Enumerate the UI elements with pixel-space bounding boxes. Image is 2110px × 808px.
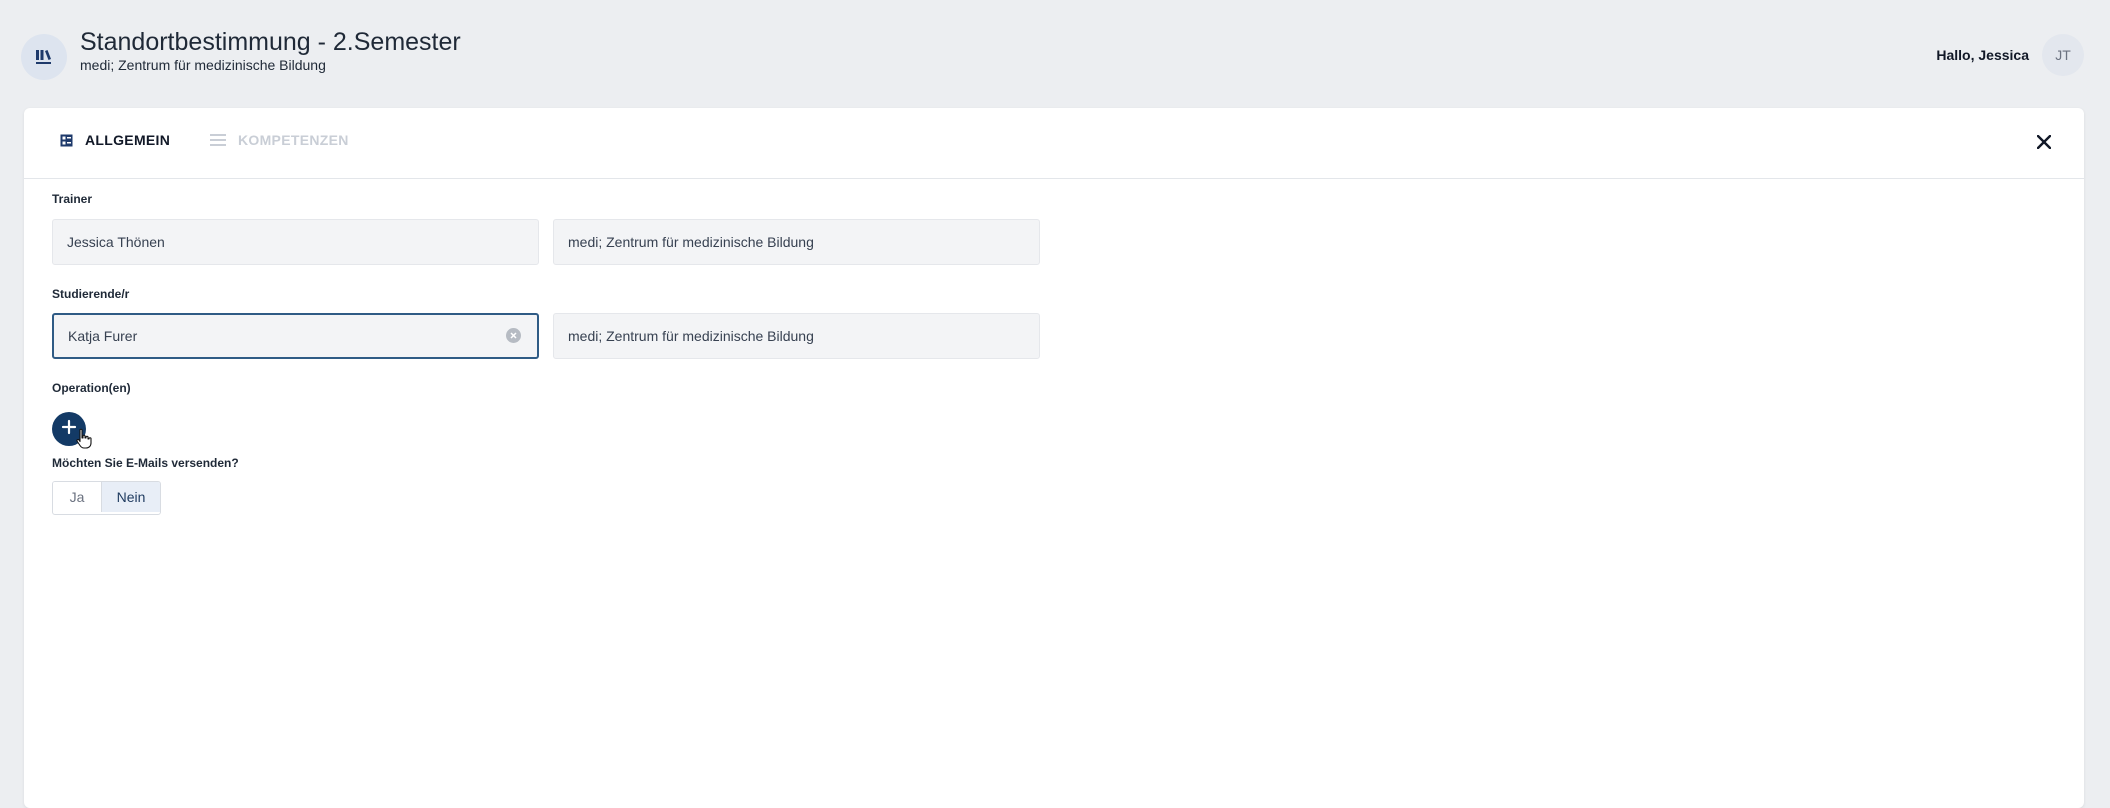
trainer-name-value: Jessica Thönen (67, 234, 165, 250)
page-title: Standortbestimmung - 2.Semester (80, 28, 461, 56)
trainer-label: Trainer (52, 192, 93, 206)
email-option-yes[interactable]: Ja (53, 482, 102, 512)
list-icon (210, 133, 226, 147)
student-name-value: Katja Furer (68, 328, 138, 344)
email-option-no[interactable]: Nein (102, 482, 160, 512)
page-subtitle: medi; Zentrum für medizinische Bildung (80, 57, 326, 73)
close-button[interactable] (2032, 132, 2056, 156)
student-name-field[interactable]: Katja Furer (52, 313, 539, 359)
student-label: Studierende/r (52, 287, 130, 301)
hand-cursor-icon (75, 428, 93, 450)
avatar[interactable]: JT (2042, 34, 2084, 76)
user-greeting: Hallo, Jessica (1936, 47, 2029, 63)
trainer-name-field[interactable]: Jessica Thönen (52, 219, 539, 265)
trainer-institution-field[interactable]: medi; Zentrum für medizinische Bildung (553, 219, 1040, 265)
tab-label: ALLGEMEIN (85, 132, 171, 148)
email-question-label: Möchten Sie E-Mails versenden? (52, 456, 239, 470)
app-header: Standortbestimmung - 2.Semester medi; Ze… (0, 0, 2110, 108)
main-card: ALLGEMEIN KOMPETENZEN Trainer Jessica Th… (24, 108, 2084, 808)
tab-bar: ALLGEMEIN KOMPETENZEN (24, 108, 2084, 179)
tab-kompetenzen[interactable]: KOMPETENZEN (210, 132, 349, 148)
library-books-icon[interactable] (21, 34, 67, 80)
clear-icon[interactable] (506, 328, 521, 343)
email-toggle: Ja Nein (52, 481, 161, 515)
trainer-institution-value: medi; Zentrum für medizinische Bildung (568, 234, 814, 250)
close-icon (2036, 134, 2052, 154)
operations-label: Operation(en) (52, 381, 131, 395)
student-institution-field[interactable]: medi; Zentrum für medizinische Bildung (553, 313, 1040, 359)
tab-allgemein[interactable]: ALLGEMEIN (60, 132, 170, 148)
form-icon (60, 134, 73, 147)
tab-label: KOMPETENZEN (238, 132, 349, 148)
student-institution-value: medi; Zentrum für medizinische Bildung (568, 328, 814, 344)
